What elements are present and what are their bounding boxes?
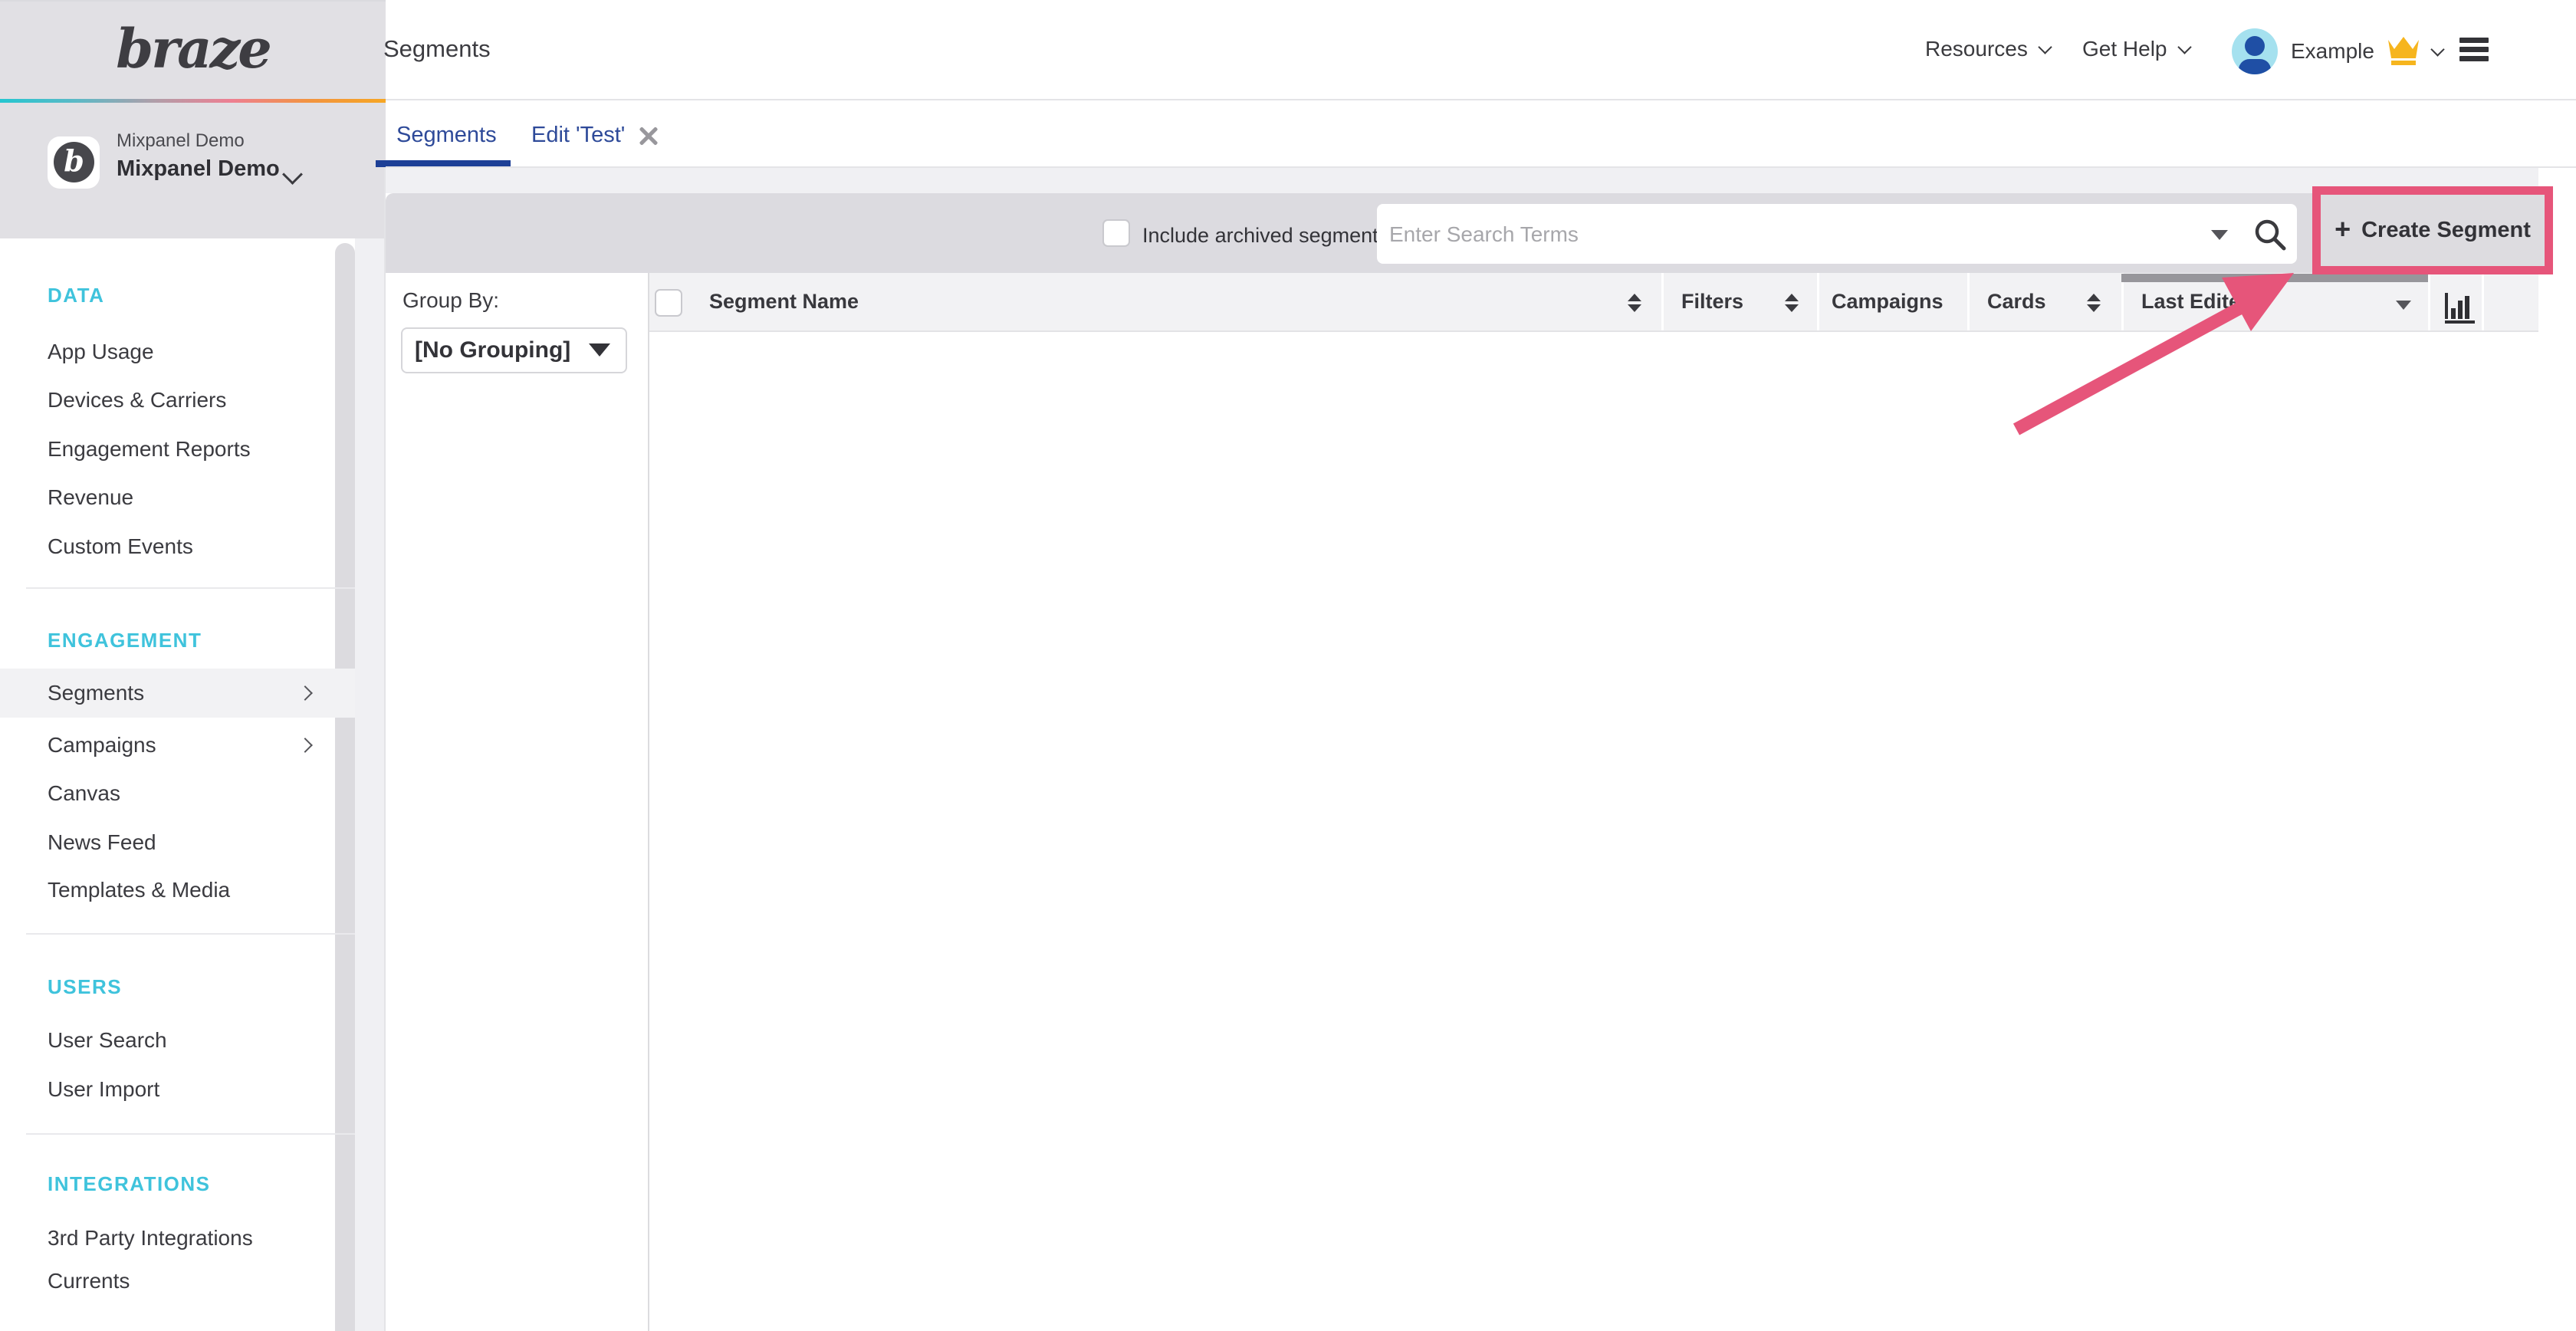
plus-icon: + xyxy=(2334,213,2351,245)
column-divider xyxy=(1967,273,1970,330)
close-icon[interactable] xyxy=(639,126,659,146)
content-gutter xyxy=(386,168,2538,193)
include-archived-checkbox[interactable] xyxy=(1102,219,1130,247)
chevron-right-icon xyxy=(297,738,313,753)
column-header-cards[interactable]: Cards xyxy=(1987,290,2046,314)
include-archived-label: Include archived segments xyxy=(1142,224,1388,248)
sidebar-item-segments[interactable]: Segments xyxy=(0,669,355,718)
sidebar-border xyxy=(384,166,386,1331)
workspace-selector[interactable]: b Mixpanel Demo Mixpanel Demo xyxy=(0,103,386,238)
column-divider xyxy=(2428,273,2430,330)
sidebar-item-user-import[interactable]: User Import xyxy=(0,1068,355,1111)
sidebar-divider xyxy=(26,933,355,935)
user-avatar-icon[interactable] xyxy=(2232,28,2278,74)
sidebar-item-engagement-reports[interactable]: Engagement Reports xyxy=(0,428,355,471)
menu-icon[interactable] xyxy=(2459,38,2489,62)
logo-area: braze xyxy=(0,0,386,99)
search-dropdown-caret-icon[interactable] xyxy=(2211,230,2228,240)
chevron-down-icon xyxy=(2177,40,2191,54)
sidebar-section-data: DATA xyxy=(48,278,104,312)
sidebar-item-app-usage[interactable]: App Usage xyxy=(0,330,355,373)
column-divider xyxy=(2482,273,2484,330)
sidebar-divider xyxy=(26,1133,355,1135)
sidebar-section-integrations: INTEGRATIONS xyxy=(48,1167,211,1201)
get-help-menu[interactable]: Get Help xyxy=(2082,37,2190,61)
workspace-avatar: b xyxy=(48,136,100,189)
braze-app: braze b Mixpanel Demo Mixpanel Demo DATA… xyxy=(0,0,2576,1331)
workspace-name: Mixpanel Demo xyxy=(117,156,280,182)
sidebar-item-revenue[interactable]: Revenue xyxy=(0,476,355,519)
sidebar-item-news-feed[interactable]: News Feed xyxy=(0,821,355,864)
sidebar-section-engagement: ENGAGEMENT xyxy=(48,623,202,657)
sidebar-item-currents[interactable]: Currents xyxy=(0,1260,355,1303)
sort-icon[interactable] xyxy=(1628,293,1641,313)
select-all-checkbox[interactable] xyxy=(655,289,682,317)
sidebar-item-devices-carriers[interactable]: Devices & Carriers xyxy=(0,379,355,422)
sidebar: braze b Mixpanel Demo Mixpanel Demo DATA… xyxy=(0,0,386,1331)
column-header-filters[interactable]: Filters xyxy=(1681,290,1743,314)
sorted-column-indicator xyxy=(2121,274,2428,282)
column-header-campaigns[interactable]: Campaigns xyxy=(1832,290,1944,314)
chevron-down-icon xyxy=(282,164,303,185)
workspace-avatar-letter: b xyxy=(54,142,94,182)
table-header-border xyxy=(648,330,2538,332)
sidebar-section-users: USERS xyxy=(48,970,122,1004)
page-title: Segments xyxy=(383,35,491,63)
column-divider xyxy=(1661,273,1664,330)
crown-icon xyxy=(2387,37,2420,66)
group-by-label: Group By: xyxy=(402,288,499,313)
chevron-down-icon xyxy=(2430,42,2444,56)
dropdown-caret-icon xyxy=(589,343,610,357)
chevron-right-icon xyxy=(297,685,313,701)
column-divider xyxy=(1817,273,1819,330)
annotation-highlight-box: + Create Segment xyxy=(2312,186,2553,274)
search-icon[interactable] xyxy=(2252,217,2288,252)
create-segment-button[interactable]: + Create Segment xyxy=(2321,195,2545,266)
sidebar-item-campaigns[interactable]: Campaigns xyxy=(0,724,355,767)
group-by-value: [No Grouping] xyxy=(415,337,570,363)
column-header-segment-name[interactable]: Segment Name xyxy=(709,290,859,314)
resources-menu[interactable]: Resources xyxy=(1925,37,2050,61)
workspace-group-label: Mixpanel Demo xyxy=(117,130,245,152)
search-placeholder: Enter Search Terms xyxy=(1389,222,1579,247)
dropdown-caret-icon[interactable] xyxy=(2396,301,2411,310)
column-header-last-edited[interactable]: Last Edited xyxy=(2141,290,2253,314)
sidebar-item-custom-events[interactable]: Custom Events xyxy=(0,525,355,568)
user-menu[interactable]: Example xyxy=(2291,37,2443,66)
sidebar-item-user-search[interactable]: User Search xyxy=(0,1019,355,1062)
sidebar-item-templates-media[interactable]: Templates & Media xyxy=(0,869,355,912)
sort-icon[interactable] xyxy=(2087,293,2101,313)
tab-edit-test[interactable]: Edit 'Test' xyxy=(531,123,659,148)
braze-logo: braze xyxy=(0,17,386,81)
chevron-down-icon xyxy=(2038,40,2052,54)
panel-divider xyxy=(648,273,649,1331)
bar-chart-icon[interactable] xyxy=(2444,291,2476,324)
sidebar-scroll-track xyxy=(355,238,384,1331)
tab-segments[interactable]: Segments xyxy=(396,123,497,148)
top-bar-divider xyxy=(386,99,2576,100)
sidebar-divider xyxy=(26,587,355,589)
sort-icon[interactable] xyxy=(1785,293,1799,313)
sidebar-item-3rd-party-integrations[interactable]: 3rd Party Integrations xyxy=(0,1217,355,1260)
sidebar-item-canvas[interactable]: Canvas xyxy=(0,772,355,815)
